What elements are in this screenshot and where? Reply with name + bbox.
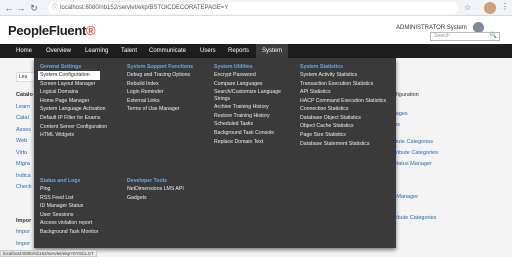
- menu-heading-support-functions: System Support Functions: [127, 64, 194, 70]
- browser-toolbar: ← → ↻ ⓘ localhost:8080/nb152/servlet/ekp…: [0, 0, 512, 16]
- menu-item[interactable]: Archive Training History: [214, 103, 298, 112]
- peoplefluent-logo[interactable]: PeopleFluent®: [8, 23, 96, 38]
- right-link[interactable]: Status Manager: [393, 159, 503, 170]
- current-user-label[interactable]: ADMINISTRATOR System: [396, 25, 467, 31]
- url-text: localhost:8080/nb152/servlet/ekp/BSTOICD…: [60, 5, 229, 11]
- menu-item[interactable]: User Sessions: [40, 211, 124, 220]
- menu-item[interactable]: Terms of Use Manager: [127, 105, 211, 114]
- menu-item-system-configuration[interactable]: System Configuration: [38, 71, 100, 80]
- right-panel: nfiguration kages les ibute Categories t…: [393, 90, 503, 224]
- menu-item[interactable]: Restore Training History: [214, 112, 298, 121]
- reload-icon[interactable]: ↻: [29, 3, 39, 13]
- menu-heading-developer-tools: Developer Tools: [127, 178, 167, 184]
- menu-item[interactable]: Transaction Execution Statistics: [300, 80, 392, 89]
- nav-learning[interactable]: Learning: [85, 44, 108, 58]
- menu-item[interactable]: ID Manager Status: [40, 202, 124, 211]
- nav-home[interactable]: Home: [16, 44, 32, 58]
- menu-heading-utilities: System Utilities: [214, 64, 253, 70]
- info-icon[interactable]: ⓘ: [52, 2, 58, 14]
- search-icon[interactable]: 🔍: [490, 33, 497, 40]
- menu-heading-statistics: System Statistics: [300, 64, 343, 70]
- search-input[interactable]: Search 🔍: [430, 32, 500, 41]
- logo-text: PeopleFluent: [8, 23, 87, 38]
- logo-mark: ®: [86, 23, 96, 38]
- right-link[interactable]: r Manager: [393, 192, 503, 203]
- menu-item[interactable]: Connection Statistics: [300, 105, 392, 114]
- nav-talent[interactable]: Talent: [121, 44, 137, 58]
- menu-item[interactable]: Encrypt Password: [214, 71, 298, 80]
- menu-item[interactable]: System Language Activation: [40, 105, 124, 114]
- menu-col-utilities: System Utilities Encrypt Password Compar…: [214, 64, 298, 146]
- menu-col-general: General Settings System Configuration Sc…: [38, 64, 124, 140]
- menu-item[interactable]: Access violation report: [40, 219, 124, 228]
- menu-col-status-logs: Status and Logs Ping RSS Feed List ID Ma…: [40, 178, 124, 237]
- nav-reports[interactable]: Reports: [228, 44, 249, 58]
- menu-item[interactable]: Gadgets: [127, 194, 211, 203]
- profile-avatar[interactable]: [484, 2, 496, 14]
- menu-item[interactable]: Search/Customize Language Strings: [214, 88, 298, 103]
- nav-users[interactable]: Users: [200, 44, 216, 58]
- menu-item[interactable]: Content Server Configuration: [40, 123, 124, 132]
- menu-item[interactable]: Home Page Manager: [40, 97, 124, 106]
- menu-item[interactable]: Background Task Console: [214, 129, 298, 138]
- menu-item[interactable]: Screen Layout Manager: [40, 80, 124, 89]
- menu-col-developer: Developer Tools NetDimensions LMS API Ga…: [127, 178, 211, 202]
- menu-item[interactable]: System Activity Statistics: [300, 71, 392, 80]
- right-section-title: nfiguration: [393, 92, 419, 98]
- menu-heading-general-settings: General Settings: [40, 64, 82, 70]
- menu-item[interactable]: Debug and Tracing Options: [127, 71, 211, 80]
- right-link[interactable]: tribute Categories: [393, 213, 503, 224]
- menu-item[interactable]: Replace Domain Text: [214, 138, 298, 147]
- menu-item[interactable]: API Statistics: [300, 88, 392, 97]
- right-link[interactable]: kages: [393, 109, 503, 120]
- address-bar[interactable]: ⓘ localhost:8080/nb152/servlet/ekp/BSTOI…: [48, 2, 458, 14]
- right-link[interactable]: ibute Categories: [393, 137, 503, 148]
- right-link[interactable]: ttribute Categories: [393, 148, 503, 159]
- nav-system[interactable]: System: [256, 44, 289, 58]
- menu-item[interactable]: Login Reminder: [127, 88, 211, 97]
- menu-item[interactable]: HTML Widgets: [40, 131, 124, 140]
- back-icon[interactable]: ←: [4, 3, 14, 13]
- menu-item[interactable]: HACP Command Execution Statistics: [300, 97, 392, 106]
- menu-item[interactable]: RSS Feed List: [40, 194, 124, 203]
- menu-item[interactable]: Rebuild Index: [127, 80, 211, 89]
- menu-item[interactable]: Default IP Filter for Exams: [40, 114, 124, 123]
- menu-item[interactable]: Page Size Statistics: [300, 131, 392, 140]
- nav-communicate[interactable]: Communicate: [149, 44, 186, 58]
- menu-col-statistics: System Statistics System Activity Statis…: [300, 64, 392, 148]
- browser-status-bar: localhost:8080/nb152/servlet/ekp?SYSCLST: [0, 250, 97, 257]
- menu-item[interactable]: Object Cache Statistics: [300, 122, 392, 131]
- nav-overview[interactable]: Overview: [46, 44, 71, 58]
- menu-item[interactable]: NetDimensions LMS API: [127, 185, 211, 194]
- menu-item[interactable]: Compare Languages: [214, 80, 298, 89]
- system-mega-menu: General Settings System Configuration Sc…: [34, 58, 396, 248]
- menu-item[interactable]: External Links: [127, 97, 211, 106]
- forward-icon[interactable]: →: [16, 3, 26, 13]
- right-link[interactable]: les: [393, 120, 503, 131]
- search-placeholder: Search: [434, 33, 450, 39]
- menu-item[interactable]: Ping: [40, 185, 124, 194]
- menu-item[interactable]: Background Task Monitor: [40, 228, 124, 237]
- menu-heading-status-logs: Status and Logs: [40, 178, 81, 184]
- menu-item[interactable]: Scheduled Tasks: [214, 120, 298, 129]
- main-navigation: Home Overview Learning Talent Communicat…: [0, 44, 512, 58]
- menu-item[interactable]: Database Statement Statistics: [300, 140, 392, 149]
- menu-item[interactable]: Logical Domains: [40, 88, 124, 97]
- browser-menu-icon[interactable]: ⋮: [501, 2, 509, 11]
- menu-item[interactable]: Database Object Statistics: [300, 114, 392, 123]
- menu-col-support: System Support Functions Debug and Traci…: [127, 64, 211, 114]
- bookmark-star-icon[interactable]: ☆: [464, 3, 471, 12]
